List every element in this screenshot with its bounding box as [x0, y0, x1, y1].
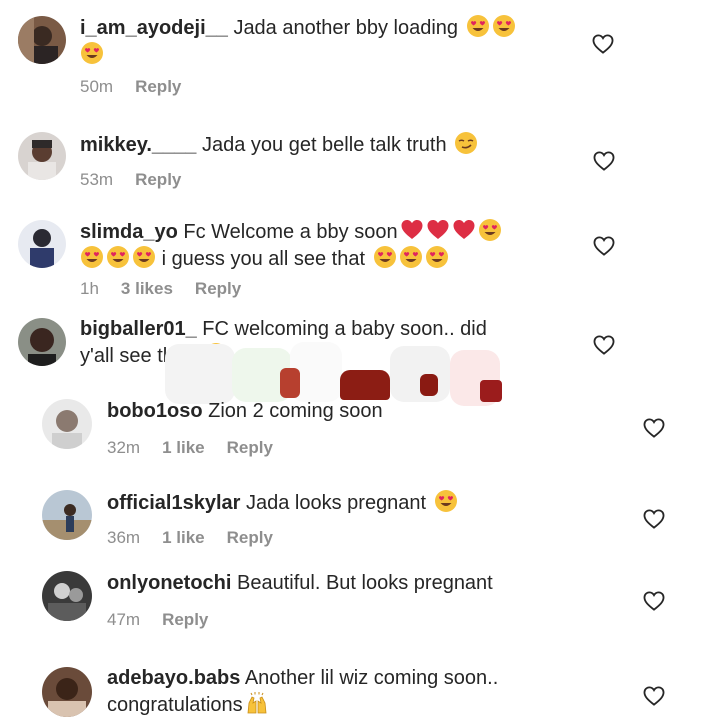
reply-text: Zion 2 coming soon	[208, 400, 383, 422]
like-heart-icon[interactable]	[593, 151, 615, 171]
comment-likes[interactable]: 3 likes	[121, 279, 173, 298]
comment-item: i_am_ayodeji__ Jada another bby loading …	[0, 0, 720, 110]
reply-username[interactable]: onlyonetochi	[107, 572, 231, 594]
reply-time: 32m	[107, 438, 141, 457]
reply-button[interactable]: Reply	[162, 610, 208, 629]
comment-time: 53m	[80, 170, 114, 189]
heart-eyes-emoji	[434, 489, 458, 513]
avatar[interactable]	[18, 16, 66, 64]
comment-username[interactable]: slimda_yo	[80, 221, 178, 243]
comment-text-continued: i guess you all see that	[161, 248, 366, 270]
comment-text: Fc Welcome a bby soon	[183, 221, 398, 243]
reply-item: onlyonetochi Beautiful. But looks pregna…	[0, 564, 720, 646]
avatar[interactable]	[42, 490, 92, 540]
reply-body: onlyonetochi Beautiful. But looks pregna…	[107, 571, 607, 596]
reply-likes[interactable]: 1 like	[162, 438, 205, 457]
comment-text: Jada another bby loading	[233, 17, 459, 39]
reply-item: bobo1oso Zion 2 coming soon 32m 1 like Rep…	[0, 392, 720, 474]
reply-username[interactable]: adebayo.babs	[107, 667, 240, 689]
reply-button[interactable]: Reply	[135, 77, 181, 96]
like-heart-icon[interactable]	[593, 335, 615, 355]
heart-eyes-emoji	[80, 41, 104, 65]
reply-body: bobo1oso Zion 2 coming soon	[107, 399, 607, 424]
reply-text: Jada looks pregnant	[245, 492, 427, 514]
reply-item: adebayo.babs Another lil wiz coming soon…	[0, 660, 720, 717]
reply-text: Another lil wiz coming soon..	[244, 667, 499, 689]
avatar[interactable]	[18, 132, 66, 180]
reply-text: Beautiful. But looks pregnant	[237, 572, 493, 594]
comment-body: i_am_ayodeji__ Jada another bby loading	[80, 14, 580, 68]
comment-item: slimda_yo Fc Welcome a bby soon i guess …	[0, 208, 720, 308]
reply-time: 36m	[107, 528, 141, 547]
reply-meta: 36m 1 like Reply	[107, 528, 295, 548]
reply-time: 47m	[107, 610, 141, 629]
avatar[interactable]	[42, 399, 92, 449]
comment-text: Jada you get belle talk truth	[201, 134, 447, 156]
like-heart-icon[interactable]	[643, 509, 665, 529]
comment-meta: 50m Reply	[80, 77, 203, 97]
heart-eyes-emoji	[80, 245, 104, 269]
reply-meta: 47m Reply	[107, 610, 230, 630]
comment-username[interactable]: mikkey.____	[80, 134, 196, 156]
reply-button[interactable]: Reply	[135, 170, 181, 189]
avatar[interactable]	[42, 667, 92, 717]
like-heart-icon[interactable]	[592, 34, 614, 54]
heart-eyes-emoji	[492, 14, 516, 38]
comment-text: FC welcoming a baby soon.. did	[202, 318, 487, 340]
like-heart-icon[interactable]	[643, 418, 665, 438]
comment-item: mikkey.____ Jada you get belle talk trut…	[0, 120, 720, 200]
heart-eyes-emoji	[132, 245, 156, 269]
comment-body: mikkey.____ Jada you get belle talk trut…	[80, 131, 580, 158]
reply-item: official1skylar Jada looks pregnant 36m 1…	[0, 482, 720, 562]
avatar[interactable]	[42, 571, 92, 621]
reply-text-continued: congratulations	[107, 694, 243, 716]
red-heart-emoji	[452, 218, 476, 242]
reply-body: official1skylar Jada looks pregnant	[107, 489, 607, 516]
reply-meta: 32m 1 like Reply	[107, 438, 295, 458]
reply-button[interactable]: Reply	[227, 438, 273, 457]
heart-eyes-emoji	[106, 245, 130, 269]
heart-eyes-emoji	[466, 14, 490, 38]
heart-eyes-emoji	[478, 218, 502, 242]
red-heart-emoji	[426, 218, 450, 242]
comment-meta: 1h 3 likes Reply	[80, 279, 263, 299]
heart-eyes-emoji	[425, 245, 449, 269]
comment-username[interactable]: i_am_ayodeji__	[80, 17, 228, 39]
raising-hands-emoji	[245, 691, 269, 715]
reply-button[interactable]: Reply	[195, 279, 241, 298]
avatar[interactable]	[18, 318, 66, 366]
comment-time: 50m	[80, 77, 114, 96]
comment-username[interactable]: bigballer01_	[80, 318, 197, 340]
reply-button[interactable]: Reply	[227, 528, 273, 547]
heart-eyes-emoji	[399, 245, 423, 269]
like-heart-icon[interactable]	[593, 236, 615, 256]
avatar[interactable]	[18, 220, 66, 268]
red-heart-emoji	[400, 218, 424, 242]
reply-body: adebayo.babs Another lil wiz coming soon…	[107, 666, 607, 718]
reply-username[interactable]: bobo1oso	[107, 400, 203, 422]
reply-username[interactable]: official1skylar	[107, 492, 240, 514]
smirk-emoji	[454, 131, 478, 155]
comment-time: 1h	[80, 279, 99, 298]
reply-likes[interactable]: 1 like	[162, 528, 205, 547]
comment-body: slimda_yo Fc Welcome a bby soon i guess …	[80, 218, 580, 272]
like-heart-icon[interactable]	[643, 686, 665, 706]
heart-eyes-emoji	[373, 245, 397, 269]
comment-meta: 53m Reply	[80, 170, 203, 190]
like-heart-icon[interactable]	[643, 591, 665, 611]
